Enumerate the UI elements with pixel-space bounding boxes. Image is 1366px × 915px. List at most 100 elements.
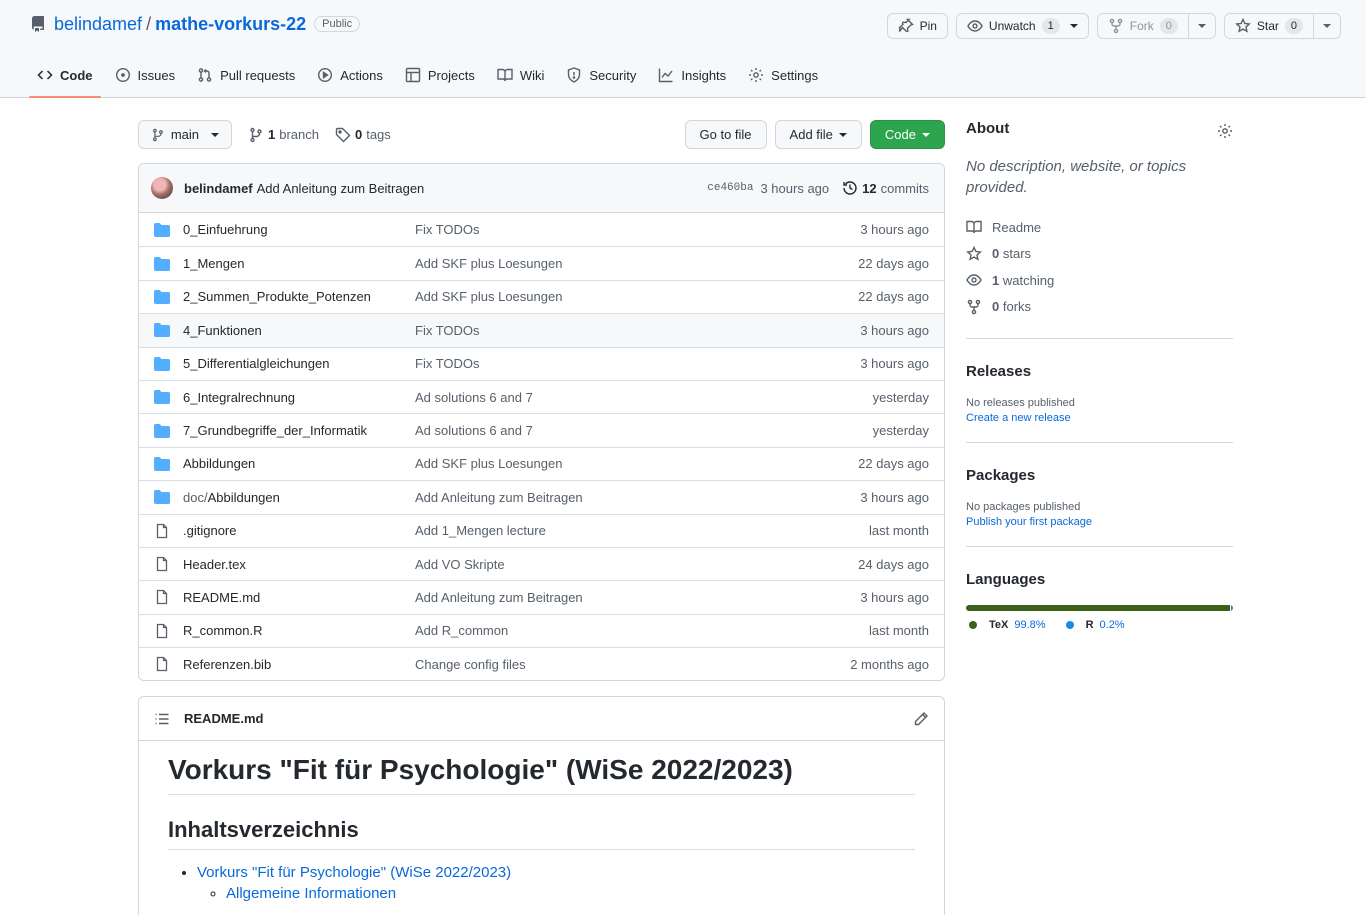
add-file-button[interactable]: Add file <box>774 120 862 149</box>
file-commit-message-link[interactable]: Fix TODOs <box>415 222 480 237</box>
file-commit-message-link[interactable]: Add R_common <box>415 623 508 638</box>
unwatch-button[interactable]: Unwatch 1 <box>955 13 1089 39</box>
watchers-link[interactable]: 1 watching <box>966 267 1233 294</box>
file-row[interactable]: R_common.R Add R_common last month <box>139 613 944 647</box>
tab-security[interactable]: Security <box>558 53 644 97</box>
file-row[interactable]: 6_Integralrechnung Ad solutions 6 and 7 ye… <box>139 379 944 413</box>
list-icon[interactable] <box>154 711 170 727</box>
file-name: 0_Einfuehrung <box>183 222 268 238</box>
file-commit-message-link[interactable]: Add Anleitung zum Beitragen <box>415 490 583 505</box>
repo-name-link[interactable]: mathe-vorkurs-22 <box>155 14 306 35</box>
file-row[interactable]: 5_Differentialgleichungen Fix TODOs 3 hour… <box>139 346 944 380</box>
stars-link[interactable]: 0 stars <box>966 241 1233 268</box>
file-name-link[interactable]: 4_Funktionen <box>183 323 415 338</box>
file-name-link[interactable]: 2_Summen_Produkte_Potenzen <box>183 289 415 304</box>
tab-projects[interactable]: Projects <box>397 53 483 97</box>
file-name-link[interactable]: 1_Mengen <box>183 256 415 271</box>
repo-owner-link[interactable]: belindamef <box>54 14 142 35</box>
file-commit-age: 22 days ago <box>858 289 929 305</box>
tab-pull-requests[interactable]: Pull requests <box>189 53 303 97</box>
file-commit-message-link[interactable]: Add SKF plus Loesungen <box>415 289 562 304</box>
tab-label: Actions <box>340 67 383 83</box>
file-commit-message-link[interactable]: Fix TODOs <box>415 323 480 338</box>
file-row[interactable]: 1_Mengen Add SKF plus Loesungen 22 days ag… <box>139 246 944 279</box>
code-button[interactable]: Code <box>869 120 945 149</box>
branches-link[interactable]: 1 branch <box>248 127 319 143</box>
star-counter: 0 <box>1284 18 1303 34</box>
file-name-link[interactable]: 7_Grundbegriffe_der_Informatik <box>183 423 415 438</box>
file-commit-message-link[interactable]: Add Anleitung zum Beitragen <box>415 590 583 605</box>
commit-time: 3 hours ago <box>760 180 830 196</box>
create-release-link[interactable]: Create a new release <box>966 412 1233 424</box>
fork-button[interactable]: Fork 0 <box>1096 13 1216 39</box>
file-row[interactable]: 2_Summen_Produkte_Potenzen Add SKF plus L… <box>139 279 944 313</box>
tag-icon <box>335 127 351 142</box>
language-color-dot <box>1065 621 1074 629</box>
file-row[interactable]: 4_Funktionen Fix TODOs 3 hours ago <box>139 313 944 347</box>
publish-package-link[interactable]: Publish your first package <box>966 516 1233 528</box>
edit-about-button[interactable] <box>1217 123 1233 139</box>
readme-link[interactable]: Readme <box>966 214 1233 241</box>
star-dropdown[interactable] <box>1313 14 1340 38</box>
file-name-link[interactable]: 5_Differentialgleichungen <box>183 356 415 371</box>
tab-issues[interactable]: Issues <box>107 53 184 97</box>
issue-icon <box>115 67 130 83</box>
file-name-link[interactable]: doc/Abbildungen <box>183 490 415 505</box>
file-row[interactable]: doc/Abbildungen Add Anleitung zum Beitrag… <box>139 480 944 513</box>
file-commit-message-link[interactable]: Add SKF plus Loesungen <box>415 456 562 471</box>
tab-code[interactable]: Code <box>29 53 101 98</box>
language-legend-item[interactable]: R 0.2% <box>1065 619 1125 631</box>
file-commit-message-link[interactable]: Change config files <box>415 657 526 672</box>
commit-sha-link[interactable]: ce460ba <box>707 182 753 194</box>
tags-link[interactable]: 0 tags <box>335 127 391 143</box>
branch-select-button[interactable]: main <box>138 120 232 149</box>
forks-label: forks <box>1002 299 1032 315</box>
go-to-file-button[interactable]: Go to file <box>684 120 767 149</box>
file-commit-message-link[interactable]: Add 1_Mengen lecture <box>415 523 546 538</box>
commit-message-link[interactable]: Add Anleitung zum Beitragen <box>257 181 425 196</box>
file-commit-message-link[interactable]: Add SKF plus Loesungen <box>415 256 562 271</box>
file-name-link[interactable]: 6_Integralrechnung <box>183 390 415 405</box>
file-row[interactable]: 7_Grundbegriffe_der_Informatik Ad solutio… <box>139 413 944 446</box>
pull-request-icon <box>198 68 212 82</box>
file-commit-message-link[interactable]: Add VO Skripte <box>415 557 505 572</box>
file-row[interactable]: Abbildungen Add SKF plus Loesungen 22 days… <box>139 446 944 480</box>
language-legend-item[interactable]: TeX 99.8% <box>969 619 1046 631</box>
tab-insights[interactable]: Insights <box>650 53 734 97</box>
file-row[interactable]: 0_Einfuehrung Fix TODOs 3 hours ago <box>139 213 944 246</box>
fork-icon <box>967 299 981 315</box>
folder-icon <box>154 322 170 338</box>
file-name-link[interactable]: .gitignore <box>183 523 415 538</box>
fork-label: Fork <box>1129 19 1154 33</box>
avatar[interactable] <box>151 177 173 199</box>
star-button[interactable]: Star 0 <box>1223 13 1341 39</box>
file-name: R_common.R <box>183 623 263 639</box>
file-name-link[interactable]: 0_Einfuehrung <box>183 222 415 237</box>
toc-link[interactable]: Vorkurs "Fit für Psychologie" (WiSe 2022… <box>197 864 511 881</box>
file-name-link[interactable]: Abbildungen <box>183 456 415 471</box>
file-commit-message-link[interactable]: Ad solutions 6 and 7 <box>415 423 533 438</box>
tab-actions[interactable]: Actions <box>309 53 391 97</box>
star-label: Star <box>1256 19 1279 33</box>
file-name-link[interactable]: Referenzen.bib <box>183 657 415 672</box>
file-commit-message-link[interactable]: Fix TODOs <box>415 356 480 371</box>
tab-settings[interactable]: Settings <box>740 53 826 97</box>
file-name-link[interactable]: R_common.R <box>183 623 415 638</box>
commits-history-link[interactable]: 12 commits <box>842 180 929 196</box>
forks-link[interactable]: 0 forks <box>966 294 1233 321</box>
pin-button[interactable]: Pin <box>886 13 948 39</box>
file-row[interactable]: Header.tex Add VO Skripte 24 days ago <box>139 546 944 580</box>
fork-dropdown[interactable] <box>1187 14 1215 38</box>
file-row[interactable]: Referenzen.bib Change config files 2 month… <box>139 647 944 680</box>
commit-author-link[interactable]: belindamef <box>184 181 253 196</box>
file-row[interactable]: README.md Add Anleitung zum Beitragen 3 ho… <box>139 580 944 613</box>
file-commit-message-link[interactable]: Ad solutions 6 and 7 <box>415 390 533 405</box>
edit-readme-button[interactable] <box>913 711 929 727</box>
file-name-link[interactable]: Header.tex <box>183 557 415 572</box>
stars-label: stars <box>1002 246 1032 262</box>
toc-sublink[interactable]: Allgemeine Informationen <box>226 885 396 902</box>
file-commit-age: yesterday <box>872 423 929 439</box>
file-name-link[interactable]: README.md <box>183 590 415 605</box>
file-row[interactable]: .gitignore Add 1_Mengen lecture last month <box>139 513 944 547</box>
tab-wiki[interactable]: Wiki <box>489 53 553 97</box>
